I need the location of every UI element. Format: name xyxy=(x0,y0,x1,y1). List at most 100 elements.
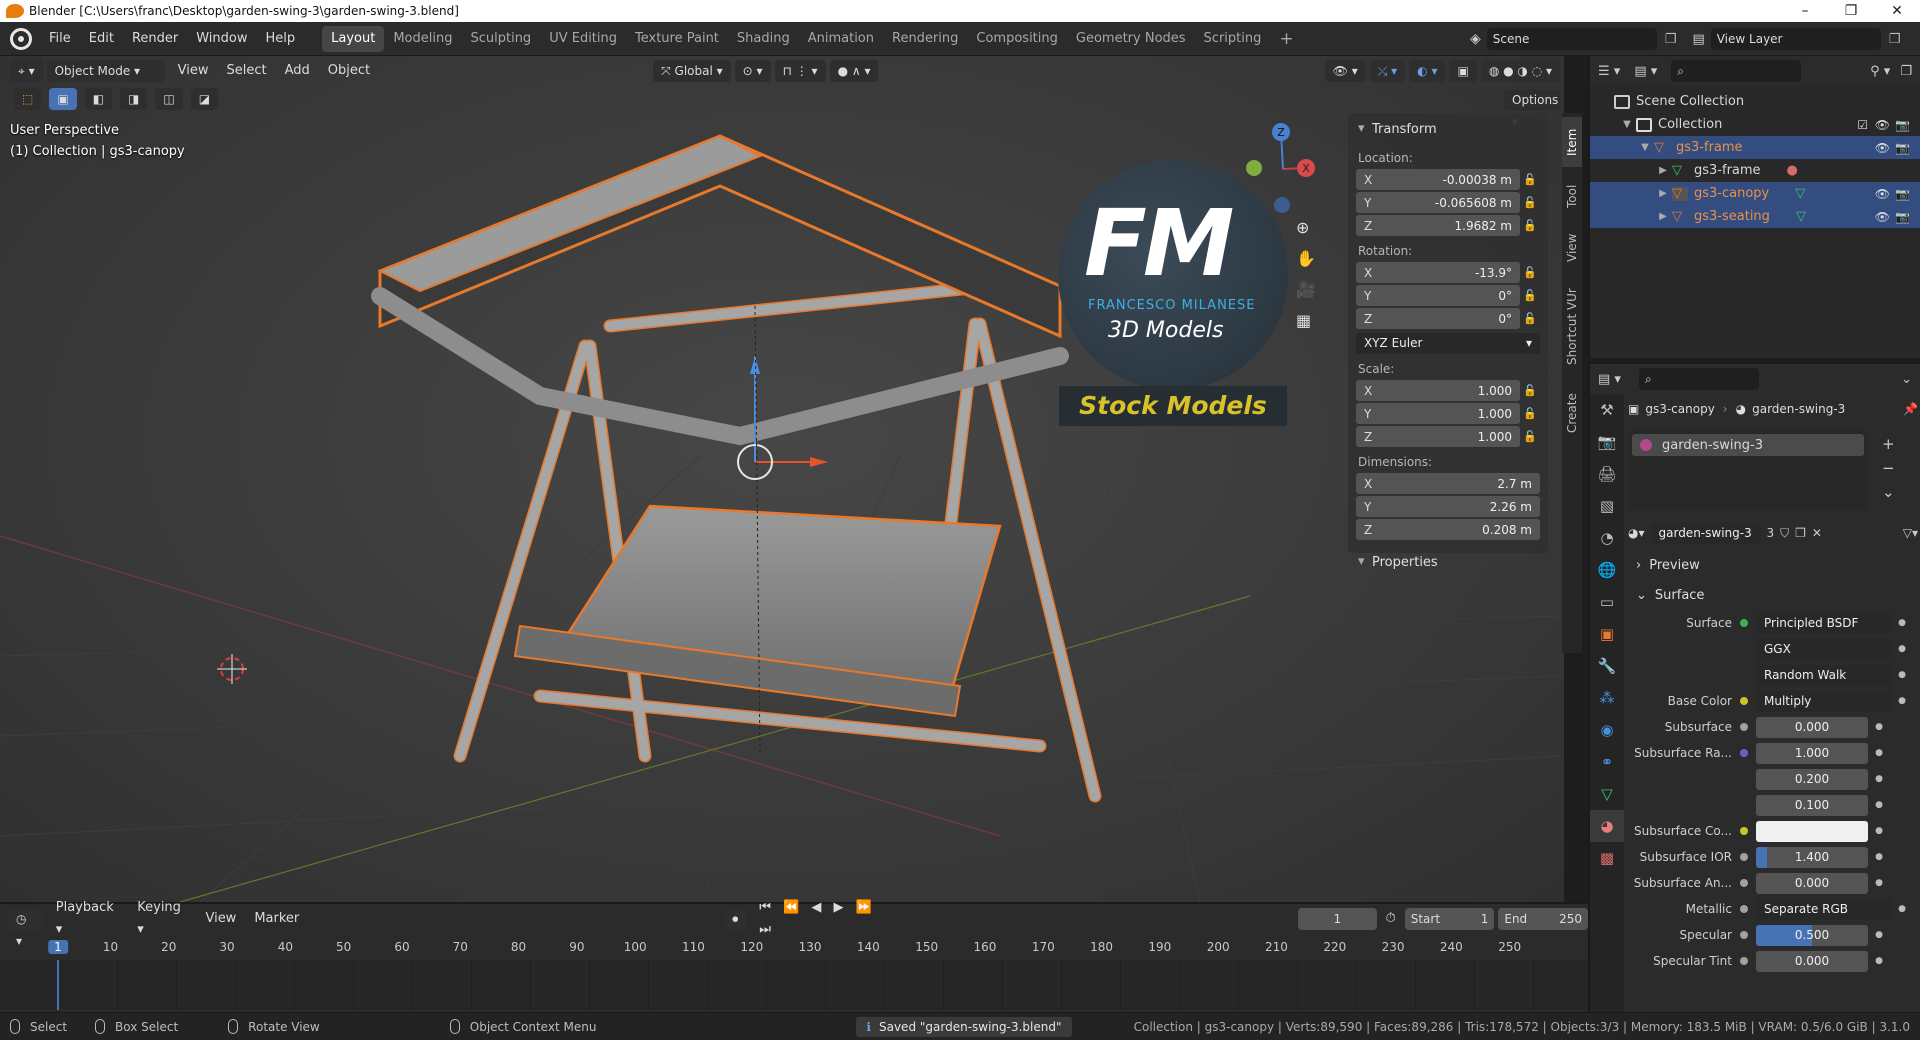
property-field[interactable]: 0.000 xyxy=(1756,950,1868,972)
socket-dot-icon[interactable] xyxy=(1740,879,1748,887)
end-frame-field[interactable]: End 250 xyxy=(1498,908,1588,930)
current-frame-field[interactable]: 1 xyxy=(1298,908,1377,930)
rotation-x-field[interactable]: X -13.9° xyxy=(1356,262,1520,283)
keyframe-dot-icon[interactable]: ● xyxy=(1895,904,1909,914)
workspace-tab-sculpting[interactable]: Sculpting xyxy=(461,26,540,52)
location-x-field[interactable]: X -0.00038 m xyxy=(1356,169,1520,190)
tool-tab-icon[interactable]: ⚒ xyxy=(1590,394,1624,426)
socket-dot-icon[interactable] xyxy=(1740,853,1748,861)
dimension-x-field[interactable]: X 2.7 m xyxy=(1356,473,1540,494)
keyframe-dot-icon[interactable]: ● xyxy=(1895,696,1909,706)
workspace-tab-modeling[interactable]: Modeling xyxy=(384,26,461,52)
timeline-menu-marker[interactable]: Marker xyxy=(245,908,308,930)
3d-viewport[interactable]: ⌖ ▾ Object Mode ▾ View Select Add Object… xyxy=(0,56,1564,902)
lock-icon[interactable]: 🔓 xyxy=(1520,312,1540,325)
property-dropdown[interactable]: GGX xyxy=(1756,638,1891,660)
timeline-ruler[interactable]: 1 10 20 30 40 50 60 70 80 90 100 110 120 130 140 150 160… xyxy=(0,938,1588,958)
property-dropdown[interactable]: Principled BSDF xyxy=(1756,612,1891,634)
scale-z-field[interactable]: Z 1.000 xyxy=(1356,426,1520,447)
timeline-track[interactable] xyxy=(0,960,1588,1010)
keyframe-dot-icon[interactable]: ● xyxy=(1895,618,1909,628)
menu-help[interactable]: Help xyxy=(257,22,305,56)
playhead[interactable] xyxy=(57,960,59,1010)
timeline-menu-view[interactable]: View xyxy=(196,908,245,930)
keyframe-dot-icon[interactable]: ● xyxy=(1872,956,1886,966)
new-view-layer-icon[interactable]: ❐ xyxy=(1889,32,1901,47)
tab-view[interactable]: View xyxy=(1562,225,1582,271)
timeline-editor-icon[interactable]: ◷ ▾ xyxy=(8,908,43,948)
dimension-z-field[interactable]: Z 0.208 m xyxy=(1356,519,1540,540)
preview-range-icon[interactable]: ⏱ xyxy=(1377,908,1405,930)
chevron-down-icon[interactable]: ⌄ xyxy=(1901,372,1912,387)
surface-section[interactable]: ⌄ Surface xyxy=(1628,580,1918,610)
chevron-down-icon[interactable]: ▼ xyxy=(1638,142,1652,153)
pin-icon[interactable]: 📌 xyxy=(1903,402,1918,416)
workspace-tab-uv-editing[interactable]: UV Editing xyxy=(540,26,626,52)
workspace-tab-animation[interactable]: Animation xyxy=(799,26,883,52)
pan-hand-icon[interactable]: ✋ xyxy=(1296,249,1316,268)
socket-dot-icon[interactable] xyxy=(1740,957,1748,965)
browse-material-icon[interactable]: ◕▾ xyxy=(1628,526,1645,540)
menu-window[interactable]: Window xyxy=(187,22,256,56)
workspace-tab-scripting[interactable]: Scripting xyxy=(1195,26,1271,52)
new-scene-icon[interactable]: ❐ xyxy=(1665,32,1677,47)
outliner-row-collection[interactable]: ▼ Collection ☑ 👁 📷 xyxy=(1590,113,1920,136)
start-frame-field[interactable]: Start 1 xyxy=(1404,908,1495,930)
timeline-menu-keying[interactable]: Keying ▾ xyxy=(128,897,196,941)
property-field[interactable]: 0.500 xyxy=(1756,924,1868,946)
outliner-row-gs3-canopy[interactable]: ▶ ▽ gs3-canopy ▽ 👁 📷 xyxy=(1590,182,1920,205)
socket-dot-icon[interactable] xyxy=(1740,723,1748,731)
display-mode-icon[interactable]: ▤ ▾ xyxy=(1634,64,1657,79)
lock-icon[interactable]: 🔓 xyxy=(1520,407,1540,420)
data-tab-icon[interactable]: ▽ xyxy=(1590,778,1624,810)
keyframe-dot-icon[interactable]: ● xyxy=(1872,722,1886,732)
add-workspace-icon[interactable]: + xyxy=(1270,26,1302,52)
workspace-tab-texture-paint[interactable]: Texture Paint xyxy=(626,26,728,52)
new-collection-icon[interactable]: ❐ xyxy=(1900,64,1912,79)
workspace-tab-geometry-nodes[interactable]: Geometry Nodes xyxy=(1067,26,1195,52)
property-field[interactable]: 0.200 xyxy=(1756,768,1868,790)
unlink-material-icon[interactable]: ✕ xyxy=(1812,526,1822,540)
keyframe-dot-icon[interactable]: ● xyxy=(1872,852,1886,862)
properties-header[interactable]: Properties xyxy=(1356,552,1540,576)
eye-icon[interactable]: 👁 xyxy=(1875,187,1890,201)
keyframe-dot-icon[interactable]: ● xyxy=(1872,878,1886,888)
node-link-icon[interactable]: ▽▾ xyxy=(1903,526,1918,540)
playback-controls[interactable]: ⏮ ⏪ ◀ ▶ ⏩ ⏭ xyxy=(750,897,898,941)
material-tab-icon[interactable]: ◕ xyxy=(1590,810,1624,842)
outliner-row-gs3-frame-parent[interactable]: ▼ ▽ gs3-frame 👁 📷 xyxy=(1590,136,1920,159)
render-tab-icon[interactable]: 📷 xyxy=(1590,426,1624,458)
scene-tab-icon[interactable]: ◔ xyxy=(1590,522,1624,554)
modifier-tab-icon[interactable]: 🔧 xyxy=(1590,650,1624,682)
camera-icon[interactable]: 📷 xyxy=(1895,187,1910,201)
preview-section[interactable]: › Preview xyxy=(1628,550,1918,580)
tab-shortcut-vur[interactable]: Shortcut VUr xyxy=(1562,277,1582,377)
tab-tool[interactable]: Tool xyxy=(1562,173,1582,219)
lock-icon[interactable]: 🔓 xyxy=(1520,430,1540,443)
menu-edit[interactable]: Edit xyxy=(80,22,123,56)
scene-field[interactable]: Scene xyxy=(1486,28,1657,50)
properties-editor-icon[interactable]: ▤ ▾ xyxy=(1598,372,1621,387)
menu-file[interactable]: File xyxy=(40,22,80,56)
view-layer-field[interactable]: View Layer xyxy=(1710,28,1881,50)
location-z-field[interactable]: Z 1.9682 m xyxy=(1356,215,1520,236)
keyframe-dot-icon[interactable]: ● xyxy=(1895,670,1909,680)
keyframe-dot-icon[interactable]: ● xyxy=(1872,826,1886,836)
keyframe-dot-icon[interactable]: ● xyxy=(1872,774,1886,784)
location-y-field[interactable]: Y -0.065608 m xyxy=(1356,192,1520,213)
workspace-tab-rendering[interactable]: Rendering xyxy=(883,26,967,52)
world-tab-icon[interactable]: 🌐 xyxy=(1590,554,1624,586)
lock-icon[interactable]: 🔓 xyxy=(1520,266,1540,279)
workspace-tab-compositing[interactable]: Compositing xyxy=(967,26,1067,52)
texture-tab-icon[interactable]: ▩ xyxy=(1590,842,1624,874)
socket-dot-icon[interactable] xyxy=(1740,827,1748,835)
maximize-icon[interactable]: ❐ xyxy=(1828,0,1874,22)
physics-tab-icon[interactable]: ◉ xyxy=(1590,714,1624,746)
blender-logo-icon[interactable] xyxy=(10,27,32,50)
camera-icon[interactable]: 📷 xyxy=(1895,210,1910,224)
transform-header[interactable]: Transform xyxy=(1356,119,1540,143)
property-field[interactable]: 0.100 xyxy=(1756,794,1868,816)
timeline-menu-playback[interactable]: Playback ▾ xyxy=(47,897,128,941)
duplicate-material-icon[interactable]: ❐ xyxy=(1795,526,1806,540)
outliner-search-input[interactable]: ⌕ xyxy=(1671,60,1802,82)
